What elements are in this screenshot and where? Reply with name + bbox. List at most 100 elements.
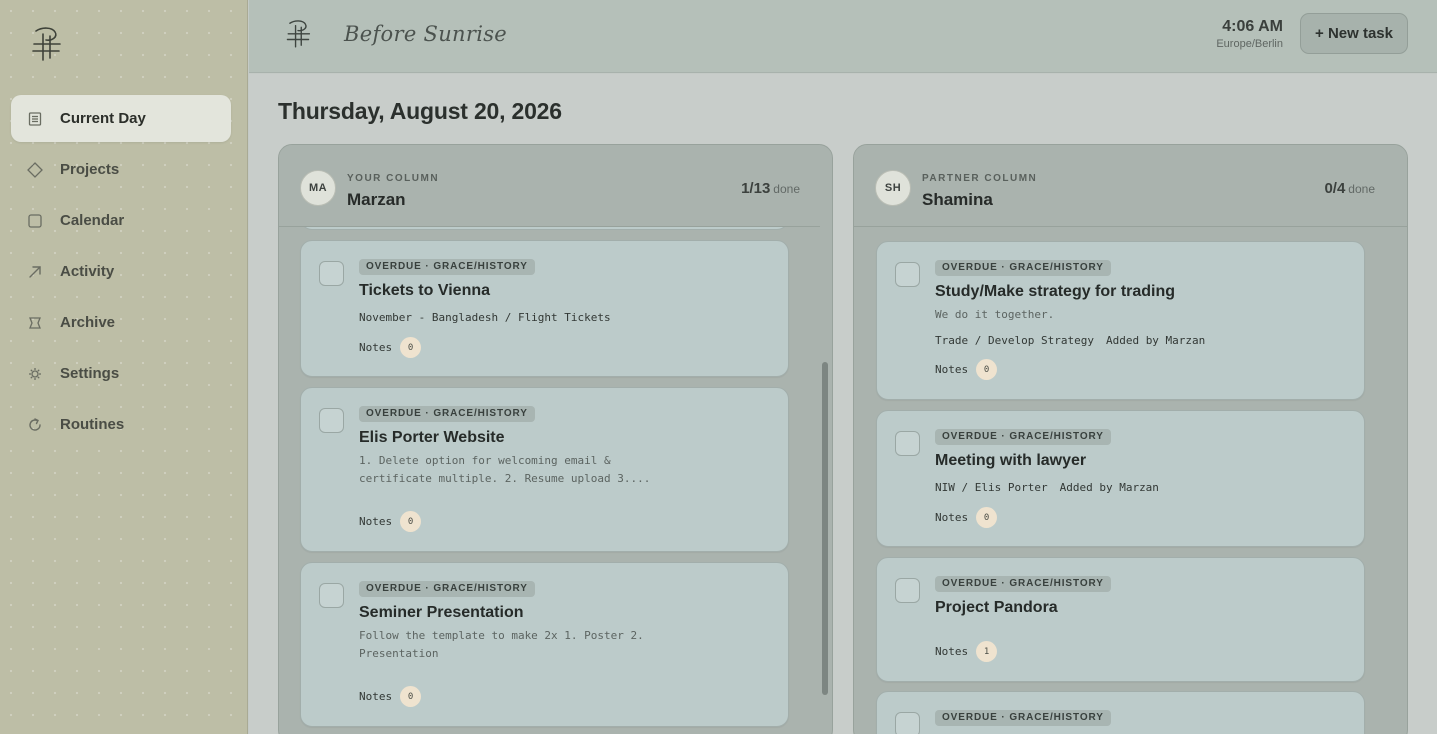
task-checkbox[interactable] <box>319 408 344 433</box>
list-icon <box>27 111 43 127</box>
app-logo-icon[interactable] <box>285 16 311 50</box>
notes-count: 0 <box>400 511 422 532</box>
square-icon <box>27 213 43 229</box>
column-scrollbar[interactable] <box>822 362 828 695</box>
task-title[interactable]: Tickets to Vienna <box>359 282 490 300</box>
task-checkbox[interactable] <box>895 262 920 287</box>
task-project: Trade / Develop Strategy <box>935 334 1094 347</box>
column-header: SH PARTNER COLUMN Shamina 0/4 done <box>854 145 1407 227</box>
task-meta: NIW / Elis Porter Added by Marzan <box>935 481 1159 494</box>
task-title[interactable]: Meeting with lawyer <box>935 452 1086 470</box>
task-title[interactable]: Seminer Presentation <box>359 604 524 622</box>
column-header: MA YOUR COLUMN Marzan 1/13 done <box>279 145 820 227</box>
gear-icon <box>27 366 43 382</box>
notes-count: 0 <box>976 507 998 528</box>
task-added-by: Added by Marzan <box>1059 481 1159 494</box>
notes-label: Notes <box>359 341 393 354</box>
clock: 4:06 AM Europe/Berlin <box>1216 18 1283 50</box>
new-task-button[interactable]: + New task <box>1300 13 1408 54</box>
task-meta: Trade / Develop Strategy Added by Marzan <box>935 334 1205 347</box>
sidebar-item-routines[interactable]: Routines <box>11 401 231 448</box>
task-checkbox[interactable] <box>895 712 920 734</box>
task-title[interactable]: Project Pandora <box>935 599 1058 617</box>
main-content: Thursday, August 20, 2026 MA YOUR COLUMN… <box>249 74 1437 734</box>
column-name: Marzan <box>347 190 406 209</box>
status-badge: OVERDUE · GRACE/HISTORY <box>935 260 1111 276</box>
sidebar-item-label: Activity <box>60 263 115 280</box>
sidebar-item-settings[interactable]: Settings <box>11 350 231 397</box>
done-label: done <box>773 182 800 196</box>
refresh-icon <box>27 417 43 433</box>
sidebar-item-calendar[interactable]: Calendar <box>11 197 231 244</box>
task-checkbox[interactable] <box>319 583 344 608</box>
task-description: We do it together. <box>935 308 1055 321</box>
notes-button[interactable]: Notes 0 <box>935 359 998 380</box>
task-checkbox[interactable] <box>895 431 920 456</box>
status-badge: OVERDUE · GRACE/HISTORY <box>935 429 1111 445</box>
column-kicker: PARTNER COLUMN <box>922 173 1038 184</box>
task-description: 1. Delete option for welcoming email & c… <box>359 454 651 485</box>
status-badge: OVERDUE · GRACE/HISTORY <box>359 406 535 422</box>
notes-label: Notes <box>935 511 969 524</box>
sidebar-nav: Current Day Projects Calendar Activity A… <box>11 95 231 452</box>
page-title: Thursday, August 20, 2026 <box>278 98 562 124</box>
done-label: done <box>1348 182 1375 196</box>
timezone: Europe/Berlin <box>1216 38 1283 50</box>
notes-button[interactable]: Notes 0 <box>359 337 422 358</box>
task-checkbox[interactable] <box>319 261 344 286</box>
avatar: SH <box>875 170 911 206</box>
status-badge: OVERDUE · GRACE/HISTORY <box>359 259 535 275</box>
sidebar-item-projects[interactable]: Projects <box>11 146 231 193</box>
sidebar-item-label: Calendar <box>60 212 125 229</box>
notes-button[interactable]: Notes 0 <box>935 507 998 528</box>
notes-count: 0 <box>400 686 422 707</box>
done-count-value: 0/4 <box>1324 180 1346 197</box>
task-card[interactable]: OVERDUE · GRACE/HISTORY Study/Make strat… <box>876 241 1365 400</box>
task-project: November - Bangladesh / Flight Tickets <box>359 311 611 324</box>
notes-count: 0 <box>400 337 422 358</box>
sidebar: Current Day Projects Calendar Activity A… <box>0 0 248 734</box>
notes-label: Notes <box>935 363 969 376</box>
top-header: Before Sunrise 4:06 AM Europe/Berlin + N… <box>249 0 1437 73</box>
task-added-by: Added by Marzan <box>1105 334 1206 347</box>
arrow-up-right-icon <box>27 264 43 280</box>
diamond-icon <box>27 161 43 178</box>
status-badge: OVERDUE · GRACE/HISTORY <box>935 710 1111 726</box>
app-logo-icon[interactable] <box>30 24 62 62</box>
sidebar-item-current-day[interactable]: Current Day <box>11 95 231 142</box>
task-card[interactable]: OVERDUE · GRACE/HISTORY Seminer Presenta… <box>300 562 789 727</box>
notes-button[interactable]: Notes 0 <box>359 686 422 707</box>
task-card[interactable]: OVERDUE · GRACE/HISTORY Elis Porter Webs… <box>300 387 789 552</box>
notes-button[interactable]: Notes 1 <box>935 641 998 662</box>
sidebar-item-archive[interactable]: Archive <box>11 299 231 346</box>
task-title[interactable]: Study/Make strategy for trading <box>935 283 1175 301</box>
sidebar-item-label: Settings <box>60 365 120 382</box>
brand-name: Before Sunrise <box>344 22 508 46</box>
sidebar-item-label: Projects <box>60 161 120 178</box>
task-title[interactable]: Elis Porter Website <box>359 429 505 447</box>
done-count-value: 1/13 <box>741 180 771 197</box>
notes-label: Notes <box>935 645 969 658</box>
task-card[interactable]: OVERDUE · GRACE/HISTORY Meeting with law… <box>876 410 1365 547</box>
task-description: Follow the template to make 2x 1. Poster… <box>359 629 644 660</box>
sidebar-item-label: Archive <box>60 314 116 331</box>
notes-label: Notes <box>359 690 393 703</box>
current-time: 4:06 AM <box>1222 18 1283 35</box>
notes-count: 1 <box>976 641 998 662</box>
task-card[interactable]: OVERDUE · GRACE/HISTORY Tickets to Vienn… <box>300 240 789 377</box>
column-name: Shamina <box>922 190 993 209</box>
done-count: 1/13 done <box>741 180 800 197</box>
notes-button[interactable]: Notes 0 <box>359 511 422 532</box>
task-card[interactable]: OVERDUE · GRACE/HISTORY <box>876 691 1365 734</box>
notes-count: 0 <box>976 359 998 380</box>
your-column: MA YOUR COLUMN Marzan 1/13 done OVERDUE ·… <box>278 144 833 734</box>
task-checkbox[interactable] <box>895 578 920 603</box>
done-count: 0/4 done <box>1324 180 1375 197</box>
status-badge: OVERDUE · GRACE/HISTORY <box>359 581 535 597</box>
status-badge: OVERDUE · GRACE/HISTORY <box>935 576 1111 592</box>
sidebar-item-label: Current Day <box>60 110 146 127</box>
avatar: MA <box>300 170 336 206</box>
task-card[interactable]: OVERDUE · GRACE/HISTORY Project Pandora … <box>876 557 1365 682</box>
task-project: NIW / Elis Porter <box>935 481 1048 494</box>
sidebar-item-activity[interactable]: Activity <box>11 248 231 295</box>
